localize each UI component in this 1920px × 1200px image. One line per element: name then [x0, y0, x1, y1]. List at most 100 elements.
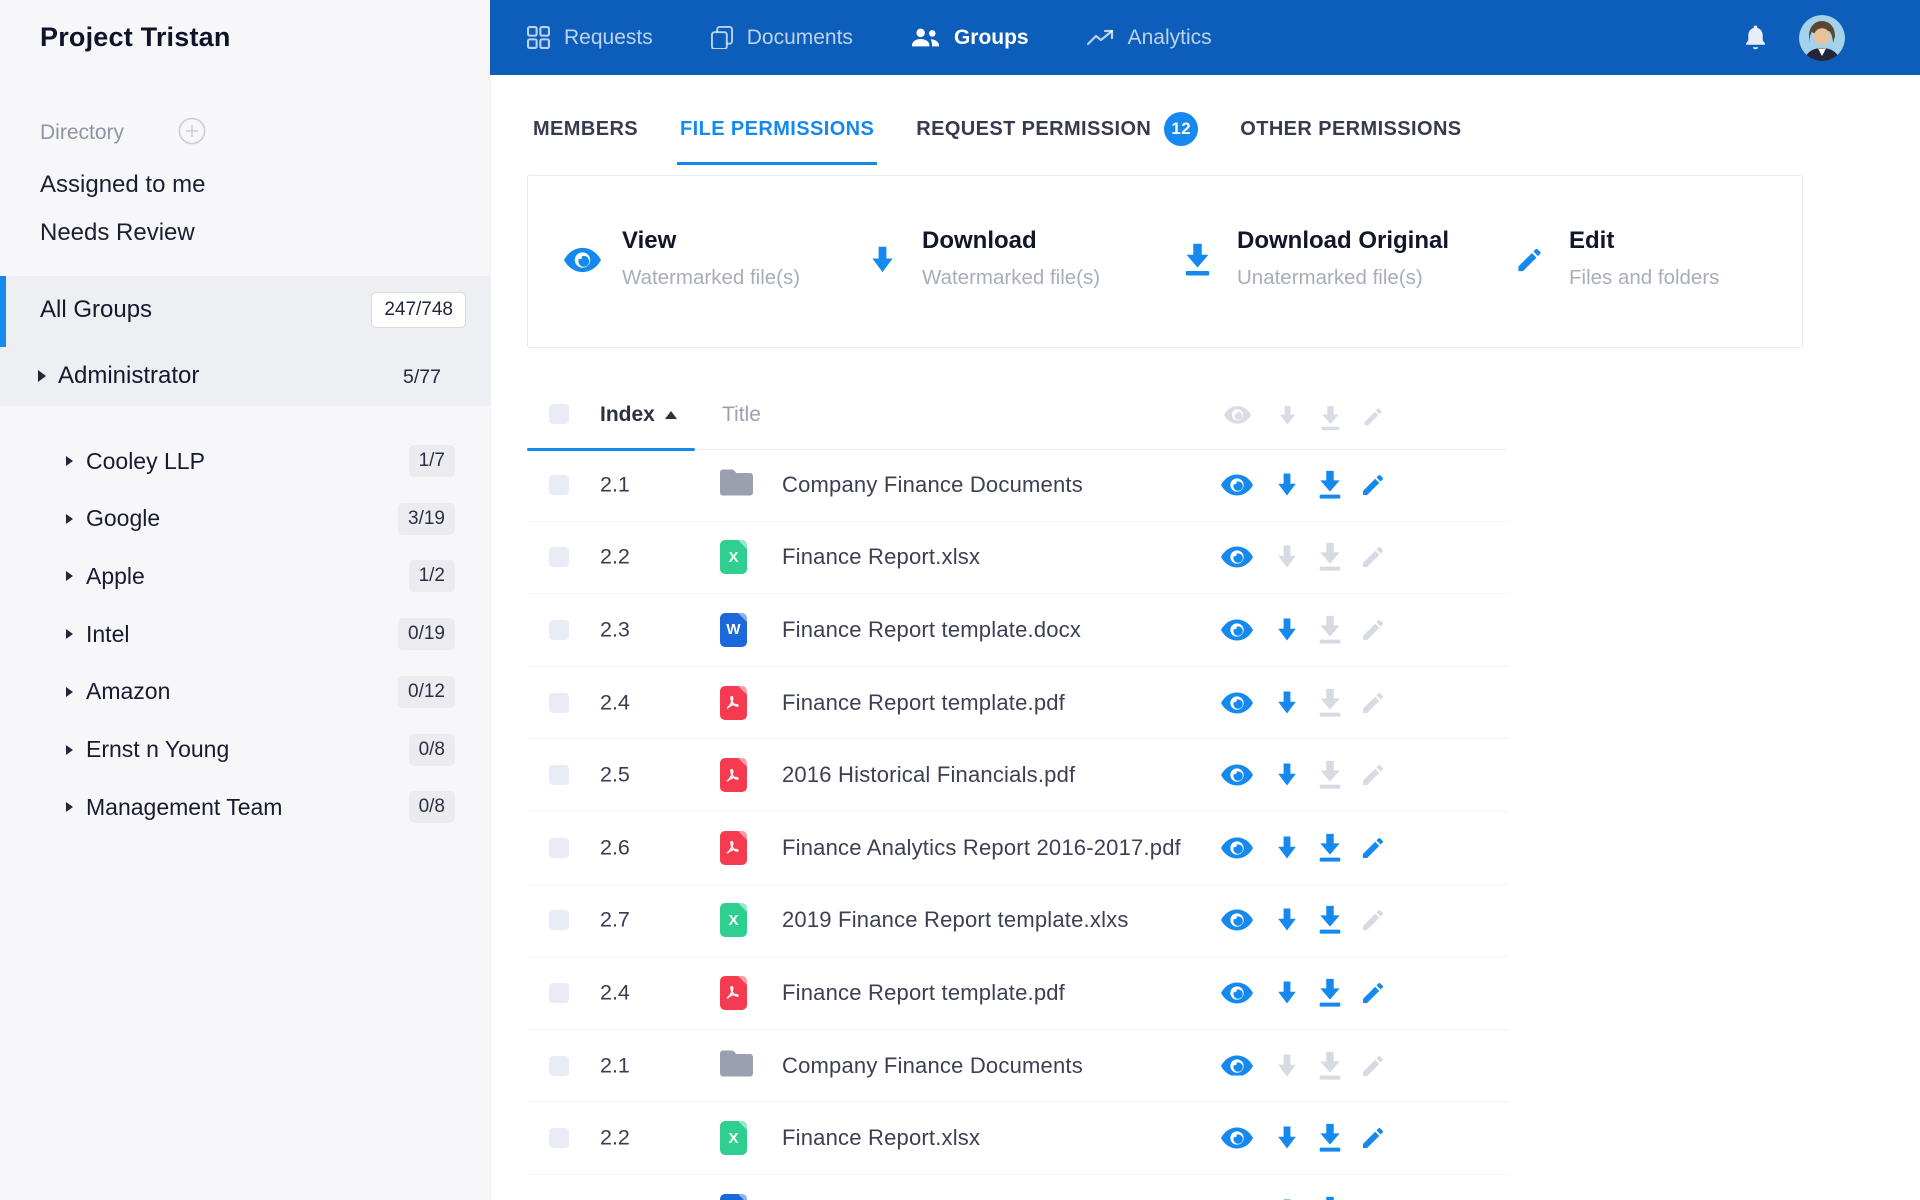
- table-row[interactable]: 2.1 Company Finance Documents: [527, 449, 1507, 522]
- tab-request-permission[interactable]: REQUEST PERMISSION 12: [913, 75, 1201, 165]
- chevron-right-icon[interactable]: [66, 513, 73, 524]
- legend-subtitle: Watermarked file(s): [922, 266, 1101, 289]
- table-row[interactable]: 2.2 X Finance Report.xlsx: [527, 1102, 1507, 1175]
- download-original-permission-icon[interactable]: [1313, 615, 1347, 645]
- row-checkbox[interactable]: [549, 837, 569, 858]
- chevron-right-icon[interactable]: [66, 571, 73, 582]
- nav-item-groups[interactable]: Groups: [911, 26, 1029, 50]
- download-permission-icon[interactable]: [1270, 981, 1304, 1004]
- download-permission-icon[interactable]: [1270, 836, 1304, 859]
- sidebar-item-google[interactable]: Google 3/19: [0, 490, 490, 548]
- download-permission-icon[interactable]: [1270, 473, 1304, 496]
- sidebar-item-apple[interactable]: Apple 1/2: [0, 547, 490, 605]
- view-permission-icon[interactable]: [1220, 909, 1254, 931]
- chevron-right-icon[interactable]: [66, 456, 73, 466]
- edit-permission-icon[interactable]: [1356, 690, 1390, 716]
- download-original-permission-icon[interactable]: [1313, 1196, 1347, 1200]
- view-permission-icon[interactable]: [1220, 474, 1254, 496]
- nav-item-documents[interactable]: Documents: [710, 26, 853, 50]
- select-all-checkbox[interactable]: [549, 404, 569, 424]
- sidebar-item-ernst-n-young[interactable]: Ernst n Young 0/8: [0, 721, 490, 779]
- download-arrow-icon[interactable]: [1270, 406, 1304, 426]
- view-permission-icon[interactable]: [1220, 546, 1254, 568]
- notifications-button[interactable]: [1743, 24, 1768, 56]
- download-original-permission-icon[interactable]: [1313, 470, 1347, 500]
- tab-members[interactable]: MEMBERS: [530, 75, 641, 165]
- chevron-right-icon[interactable]: [38, 370, 46, 382]
- download-original-permission-icon[interactable]: [1313, 760, 1347, 790]
- row-checkbox[interactable]: [549, 692, 569, 713]
- row-checkbox[interactable]: [549, 619, 569, 640]
- nav-item-requests[interactable]: Requests: [527, 26, 653, 50]
- table-row[interactable]: 2.7 X 2019 Finance Report template.xlxs: [527, 885, 1507, 958]
- table-row[interactable]: 2.6 Finance Analytics Report 2016-2017.p…: [527, 812, 1507, 885]
- xlsx-file-icon: X: [720, 1121, 747, 1156]
- tab-file-permissions[interactable]: FILE PERMISSIONS: [677, 75, 878, 165]
- sidebar-item-intel[interactable]: Intel 0/19: [0, 605, 490, 663]
- download-original-permission-icon[interactable]: [1313, 906, 1347, 935]
- view-permission-icon[interactable]: [1220, 982, 1254, 1004]
- chevron-right-icon[interactable]: [66, 744, 73, 755]
- column-header-index[interactable]: Index: [600, 403, 677, 427]
- download-permission-icon[interactable]: [1270, 1126, 1304, 1150]
- edit-pencil-icon[interactable]: [1356, 406, 1390, 428]
- download-original-icon[interactable]: [1313, 406, 1347, 431]
- table-row[interactable]: 2.1 Company Finance Documents: [527, 1030, 1507, 1103]
- view-permission-icon[interactable]: [1220, 837, 1254, 859]
- view-permission-icon[interactable]: [1220, 619, 1254, 641]
- add-directory-button[interactable]: [178, 117, 206, 145]
- nav-item-analytics[interactable]: Analytics: [1086, 26, 1212, 50]
- edit-permission-icon[interactable]: [1356, 1053, 1390, 1079]
- download-permission-icon[interactable]: [1270, 1054, 1304, 1077]
- download-permission-icon[interactable]: [1270, 618, 1304, 641]
- table-row[interactable]: 2.4 Finance Report template.pdf: [527, 667, 1507, 740]
- download-permission-icon[interactable]: [1270, 908, 1304, 932]
- edit-permission-icon[interactable]: [1356, 762, 1390, 788]
- download-permission-icon[interactable]: [1270, 691, 1304, 714]
- edit-permission-icon[interactable]: [1356, 1125, 1390, 1151]
- row-checkbox[interactable]: [549, 474, 569, 495]
- sidebar-item-amazon[interactable]: Amazon 0/12: [0, 663, 490, 721]
- row-checkbox[interactable]: [549, 1128, 569, 1149]
- download-original-permission-icon[interactable]: [1313, 1123, 1347, 1153]
- download-original-permission-icon[interactable]: [1313, 688, 1347, 717]
- download-permission-icon[interactable]: [1270, 545, 1304, 569]
- sidebar-item-needs-review[interactable]: Needs Review: [40, 219, 195, 247]
- edit-permission-icon[interactable]: [1356, 980, 1390, 1006]
- tab-other-permissions[interactable]: OTHER PERMISSIONS: [1237, 75, 1464, 165]
- row-checkbox[interactable]: [549, 765, 569, 786]
- edit-permission-icon[interactable]: [1356, 907, 1390, 933]
- edit-permission-icon[interactable]: [1356, 617, 1390, 643]
- row-checkbox[interactable]: [549, 547, 569, 568]
- download-original-permission-icon[interactable]: [1313, 978, 1347, 1008]
- edit-permission-icon[interactable]: [1356, 544, 1390, 570]
- chevron-right-icon[interactable]: [66, 629, 73, 640]
- download-original-permission-icon[interactable]: [1313, 543, 1347, 572]
- row-checkbox[interactable]: [549, 1055, 569, 1076]
- sidebar-item-administrator[interactable]: Administrator: [58, 362, 199, 390]
- view-permission-icon[interactable]: [1220, 1127, 1254, 1149]
- edit-permission-icon[interactable]: [1356, 835, 1390, 861]
- chevron-right-icon[interactable]: [66, 686, 73, 697]
- row-checkbox[interactable]: [549, 982, 569, 1003]
- download-permission-icon[interactable]: [1270, 763, 1304, 787]
- table-row[interactable]: 2.3 W Finance Report template.docx: [527, 1175, 1507, 1200]
- view-permission-icon[interactable]: [1220, 692, 1254, 714]
- table-row[interactable]: 2.4 Finance Report template.pdf: [527, 957, 1507, 1030]
- row-checkbox[interactable]: [549, 910, 569, 931]
- edit-permission-icon[interactable]: [1356, 472, 1390, 498]
- view-permission-icon[interactable]: [1220, 1055, 1254, 1077]
- table-row[interactable]: 2.2 X Finance Report.xlsx: [527, 522, 1507, 595]
- table-row[interactable]: 2.3 W Finance Report template.docx: [527, 594, 1507, 667]
- download-original-permission-icon[interactable]: [1313, 1051, 1347, 1080]
- chevron-right-icon[interactable]: [66, 802, 73, 813]
- table-row[interactable]: 2.5 2016 Historical Financials.pdf: [527, 739, 1507, 812]
- sidebar-item-management-team[interactable]: Management Team 0/8: [0, 778, 490, 836]
- sidebar-item-all-groups[interactable]: All Groups: [40, 296, 152, 324]
- avatar[interactable]: [1799, 15, 1845, 61]
- sidebar-item-assigned-to-me[interactable]: Assigned to me: [40, 171, 205, 199]
- download-original-permission-icon[interactable]: [1313, 833, 1347, 862]
- sidebar-item-cooley-llp[interactable]: Cooley LLP 1/7: [0, 432, 490, 490]
- view-permission-icon[interactable]: [1220, 764, 1254, 786]
- view-eye-icon[interactable]: [1220, 406, 1254, 424]
